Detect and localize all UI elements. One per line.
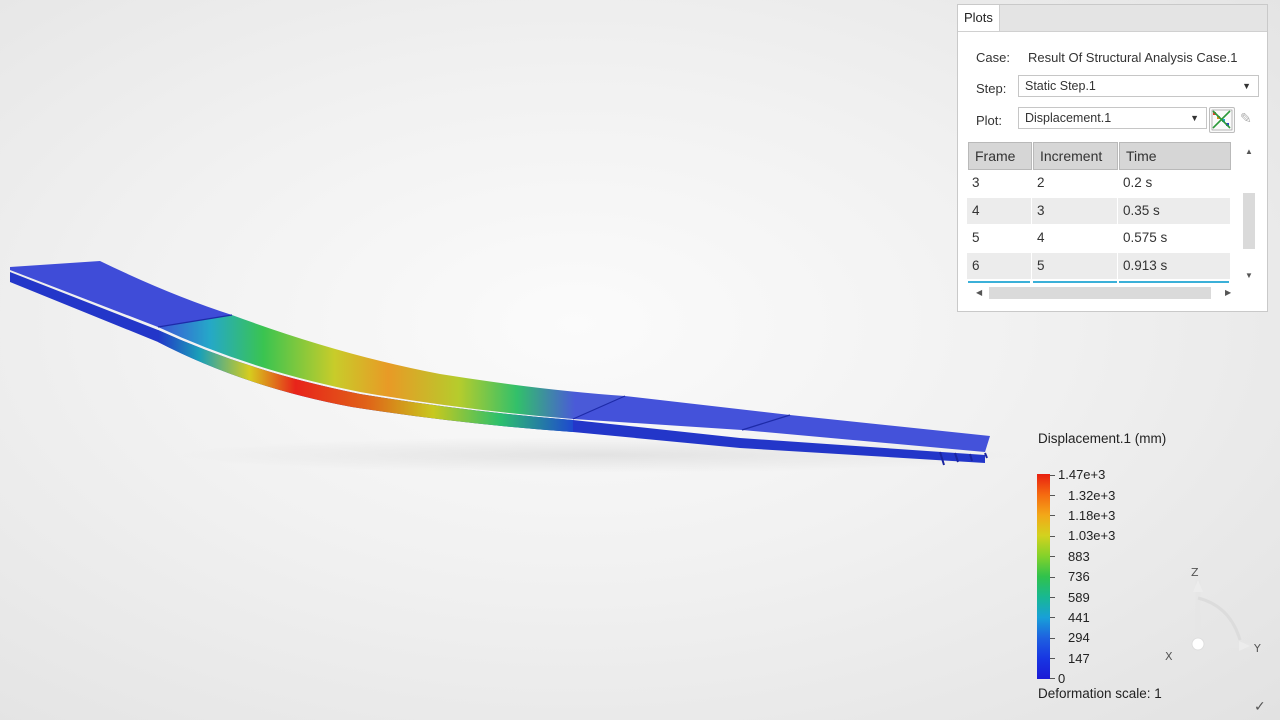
legend-label: 294: [1068, 630, 1090, 645]
cell-frame: 5: [972, 230, 980, 245]
plot-display-icon: [1211, 109, 1233, 131]
axis-triad-icon: Z X Y: [1165, 566, 1261, 663]
plot-dropdown-value: Displacement.1: [1025, 111, 1112, 125]
legend-tick: [1050, 597, 1055, 598]
step-label: Step:: [976, 81, 1007, 96]
axis-z-label: Z: [1191, 566, 1199, 579]
case-value: Result Of Structural Analysis Case.1: [1028, 50, 1238, 65]
horizontal-scroll-thumb[interactable]: [989, 287, 1211, 299]
cell-increment: 4: [1037, 230, 1045, 245]
tab-plots[interactable]: Plots: [958, 5, 1000, 31]
legend-tick: [1050, 556, 1055, 557]
scroll-left-icon[interactable]: ◀: [976, 288, 982, 297]
column-header-increment[interactable]: Increment: [1033, 142, 1118, 170]
cell-time: 0.2 s: [1123, 175, 1153, 190]
chevron-down-icon: ▼: [1190, 113, 1199, 123]
legend-tick: [1050, 617, 1055, 618]
cell-increment: 3: [1032, 198, 1117, 224]
legend-label: 1.18e+3: [1068, 508, 1116, 523]
legend-label: 147: [1068, 651, 1090, 666]
color-scale-bar[interactable]: [1037, 474, 1050, 679]
cell-frame: 3: [972, 175, 980, 190]
scroll-right-icon[interactable]: ▶: [1225, 288, 1231, 297]
legend-label: 1.32e+3: [1068, 488, 1116, 503]
axis-y-label: Y: [1253, 642, 1261, 655]
case-label: Case:: [976, 50, 1010, 65]
legend-label: 883: [1068, 549, 1090, 564]
axis-x-label: X: [1165, 650, 1173, 663]
plot-dropdown[interactable]: Displacement.1 ▼: [1018, 107, 1207, 129]
plots-tab-bar: Plots: [958, 5, 1267, 32]
check-icon[interactable]: ✓: [1254, 698, 1266, 715]
cell-time: 0.35 s: [1118, 198, 1230, 224]
legend-tick: [1050, 495, 1055, 496]
cell-frame: 6: [967, 253, 1031, 279]
deformation-scale-label: Deformation scale: 1: [1038, 686, 1162, 701]
legend-label: 589: [1068, 590, 1090, 605]
cell-frame: 4: [967, 198, 1031, 224]
selection-underline: [1119, 281, 1229, 283]
legend-label: 441: [1068, 610, 1090, 625]
scroll-down-icon[interactable]: ▼: [1245, 271, 1253, 280]
column-header-time[interactable]: Time: [1119, 142, 1231, 170]
legend-label: 0: [1058, 671, 1066, 686]
legend-tick: [1050, 658, 1055, 659]
legend-tick: [1050, 577, 1055, 578]
selection-underline: [968, 281, 1030, 283]
legend-label: 736: [1068, 569, 1090, 584]
cell-time: 0.913 s: [1118, 253, 1230, 279]
legend-label: 1.47e+3: [1058, 467, 1106, 482]
edit-plot-button[interactable]: ✎: [1240, 110, 1258, 130]
step-dropdown-value: Static Step.1: [1025, 79, 1096, 93]
legend-tick: [1050, 515, 1055, 516]
legend-tick: [1050, 638, 1055, 639]
legend-tick: [1050, 678, 1055, 679]
frames-table: Frame Increment Time 3 2 0.2 s 4 3 0.35 …: [967, 141, 1231, 286]
column-header-frame[interactable]: Frame: [968, 142, 1032, 170]
legend-tick: [1050, 475, 1055, 476]
cell-increment: 5: [1032, 253, 1117, 279]
axis-triad[interactable]: Z X Y: [1150, 562, 1270, 672]
vertical-scroll-thumb[interactable]: [1243, 193, 1255, 249]
pencil-icon: ✎: [1240, 110, 1252, 126]
chevron-down-icon: ▼: [1242, 81, 1251, 91]
plot-label: Plot:: [976, 113, 1003, 128]
legend-title: Displacement.1 (mm): [1038, 431, 1167, 446]
scroll-up-icon[interactable]: ▲: [1245, 147, 1253, 156]
cell-time: 0.575 s: [1123, 230, 1168, 245]
plot-display-button[interactable]: [1209, 107, 1235, 133]
legend-tick: [1050, 536, 1055, 537]
cell-increment: 2: [1037, 175, 1045, 190]
selection-underline: [1033, 281, 1117, 283]
legend-label: 1.03e+3: [1068, 528, 1116, 543]
step-dropdown[interactable]: Static Step.1 ▼: [1018, 75, 1259, 97]
